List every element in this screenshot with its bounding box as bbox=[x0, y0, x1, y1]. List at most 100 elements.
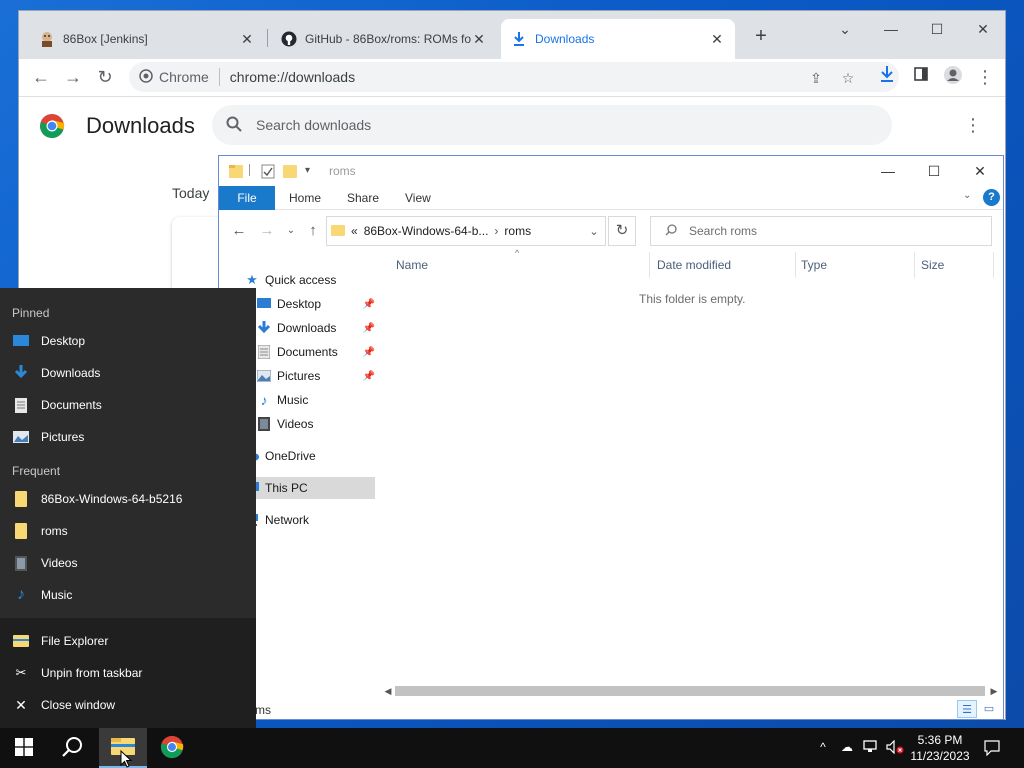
close-window-button[interactable]: ✕ bbox=[957, 156, 1003, 186]
large-icons-view-icon[interactable]: ▭ bbox=[979, 700, 999, 718]
nav-item-pictures[interactable]: Pictures 📌 bbox=[255, 365, 375, 387]
browser-toolbar: ← → ↻ Chrome chrome://downloads ⇪ ☆ ⋮ bbox=[19, 59, 1005, 95]
ribbon-tab-file[interactable]: File bbox=[219, 186, 275, 210]
search-button[interactable] bbox=[48, 728, 96, 768]
bookmark-star-icon[interactable]: ☆ bbox=[839, 69, 857, 87]
column-header-name[interactable]: Name bbox=[396, 258, 428, 272]
volume-muted-icon[interactable] bbox=[886, 739, 904, 756]
jumplist-item-downloads[interactable]: Downloads bbox=[0, 358, 256, 388]
ribbon-tab-view[interactable]: View bbox=[393, 186, 443, 210]
downloads-menu-icon[interactable]: ⋮ bbox=[963, 115, 983, 136]
close-tab-icon[interactable]: ✕ bbox=[471, 31, 487, 48]
jumplist-task-close-window[interactable]: ✕ Close window bbox=[0, 690, 256, 720]
forward-button[interactable]: → bbox=[61, 65, 85, 89]
jumplist-item-roms[interactable]: roms bbox=[0, 516, 256, 546]
omnibox-divider bbox=[218, 68, 220, 86]
column-divider[interactable] bbox=[795, 252, 796, 278]
show-hidden-icons-chevron-icon[interactable]: ^ bbox=[814, 740, 832, 756]
nav-item-desktop[interactable]: Desktop 📌 bbox=[255, 293, 375, 315]
back-button[interactable]: ← bbox=[229, 222, 249, 239]
column-divider[interactable] bbox=[649, 252, 650, 278]
maximize-button[interactable]: ☐ bbox=[911, 156, 957, 186]
omnibox[interactable]: Chrome chrome://downloads ⇪ ☆ bbox=[129, 62, 899, 92]
properties-icon[interactable] bbox=[261, 163, 275, 179]
nav-quick-access[interactable]: ★ Quick access bbox=[243, 269, 375, 291]
tab-search-chevron-icon[interactable]: ⌄ bbox=[822, 15, 868, 43]
nav-item-downloads[interactable]: Downloads 📌 bbox=[255, 317, 375, 339]
nav-item-videos[interactable]: Videos bbox=[255, 413, 375, 435]
breadcrumb-segment[interactable]: roms bbox=[504, 224, 531, 238]
tab-title: Downloads bbox=[535, 32, 595, 46]
nav-this-pc[interactable]: This PC bbox=[243, 477, 375, 499]
folder-icon bbox=[331, 223, 345, 240]
taskbar-chrome[interactable] bbox=[148, 728, 196, 768]
breadcrumb-overflow[interactable]: « bbox=[351, 224, 358, 238]
tab-downloads[interactable]: Downloads ✕ bbox=[501, 19, 735, 59]
maximize-button[interactable]: ☐ bbox=[914, 15, 960, 43]
nav-label: Documents bbox=[277, 345, 338, 359]
address-dropdown-icon[interactable]: ⌄ bbox=[583, 225, 605, 238]
share-icon[interactable]: ⇪ bbox=[807, 69, 825, 87]
jumplist-task-file-explorer[interactable]: File Explorer bbox=[0, 626, 256, 656]
jumplist-item-videos[interactable]: Videos bbox=[0, 548, 256, 578]
tab-github[interactable]: GitHub - 86Box/roms: ROMs for ✕ bbox=[271, 19, 497, 59]
nav-network[interactable]: Network bbox=[243, 509, 375, 531]
desktop-icon bbox=[12, 333, 30, 349]
system-clock[interactable]: 5:36 PM 11/23/2023 bbox=[906, 732, 974, 764]
cloud-offline-icon[interactable]: ☁ bbox=[838, 740, 856, 756]
column-header-type[interactable]: Type bbox=[801, 258, 827, 272]
ribbon-tab-share[interactable]: Share bbox=[335, 186, 391, 210]
nav-item-documents[interactable]: Documents 📌 bbox=[255, 341, 375, 363]
jumplist-task-unpin[interactable]: ✂ Unpin from taskbar bbox=[0, 658, 256, 688]
forward-button[interactable]: → bbox=[257, 222, 277, 239]
ribbon-tab-home[interactable]: Home bbox=[277, 186, 333, 210]
jumplist-label: Unpin from taskbar bbox=[41, 666, 143, 680]
minimize-button[interactable]: — bbox=[865, 156, 911, 186]
column-header-size[interactable]: Size bbox=[921, 258, 944, 272]
minimize-button[interactable]: — bbox=[868, 15, 914, 43]
nav-item-music[interactable]: ♪ Music bbox=[255, 389, 375, 411]
close-window-button[interactable]: ✕ bbox=[960, 15, 1006, 43]
scroll-left-icon[interactable]: ◀ bbox=[381, 684, 395, 698]
column-header-date-modified[interactable]: Date modified bbox=[657, 258, 731, 272]
network-tray-icon[interactable] bbox=[862, 740, 880, 756]
column-divider[interactable] bbox=[914, 252, 915, 278]
recent-locations-chevron-icon[interactable]: ⌄ bbox=[281, 225, 301, 236]
details-view-icon[interactable]: ☰ bbox=[957, 700, 977, 718]
customize-qat-icon[interactable]: ▾ bbox=[305, 163, 310, 179]
nav-onedrive[interactable]: OneDrive bbox=[243, 445, 375, 467]
jumplist-item-music[interactable]: ♪ Music bbox=[0, 580, 256, 610]
music-icon: ♪ bbox=[260, 392, 268, 408]
start-button[interactable] bbox=[0, 728, 48, 768]
download-icon bbox=[511, 31, 527, 47]
jumplist-item-desktop[interactable]: Desktop bbox=[0, 326, 256, 356]
new-folder-icon[interactable] bbox=[283, 163, 297, 179]
expand-ribbon-chevron-icon[interactable]: ⌄ bbox=[963, 190, 971, 201]
downloads-search-input[interactable]: Search downloads bbox=[212, 105, 892, 145]
new-tab-button[interactable]: + bbox=[749, 25, 773, 49]
close-tab-icon[interactable]: ✕ bbox=[709, 31, 725, 48]
refresh-button[interactable]: ↻ bbox=[608, 216, 636, 246]
column-divider[interactable] bbox=[993, 252, 994, 278]
horizontal-scrollbar[interactable]: ◀ ▶ bbox=[381, 684, 1001, 698]
downloads-toolbar-icon[interactable] bbox=[875, 65, 899, 89]
reload-button[interactable]: ↻ bbox=[93, 65, 117, 89]
breadcrumb-separator-icon[interactable]: › bbox=[494, 224, 498, 238]
side-panel-icon[interactable] bbox=[909, 65, 933, 89]
close-tab-icon[interactable]: ✕ bbox=[239, 31, 255, 48]
jumplist-item-documents[interactable]: Documents bbox=[0, 390, 256, 420]
back-button[interactable]: ← bbox=[29, 65, 53, 89]
help-icon[interactable]: ? bbox=[983, 189, 1000, 206]
address-bar[interactable]: « 86Box-Windows-64-b... › roms ⌄ bbox=[326, 216, 606, 246]
notifications-icon[interactable] bbox=[983, 740, 1001, 757]
kebab-menu-icon[interactable]: ⋮ bbox=[973, 65, 997, 89]
scrollbar-thumb[interactable] bbox=[395, 686, 985, 696]
scroll-right-icon[interactable]: ▶ bbox=[987, 684, 1001, 698]
up-button[interactable]: ↑ bbox=[303, 222, 323, 239]
profile-avatar-icon[interactable] bbox=[941, 65, 965, 89]
breadcrumb-segment[interactable]: 86Box-Windows-64-b... bbox=[364, 224, 489, 238]
jumplist-item-86box-folder[interactable]: 86Box-Windows-64-b5216 bbox=[0, 484, 256, 514]
explorer-search-input[interactable]: Search roms bbox=[650, 216, 992, 246]
tab-jenkins[interactable]: 86Box [Jenkins] ✕ bbox=[29, 19, 265, 59]
jumplist-item-pictures[interactable]: Pictures bbox=[0, 422, 256, 452]
